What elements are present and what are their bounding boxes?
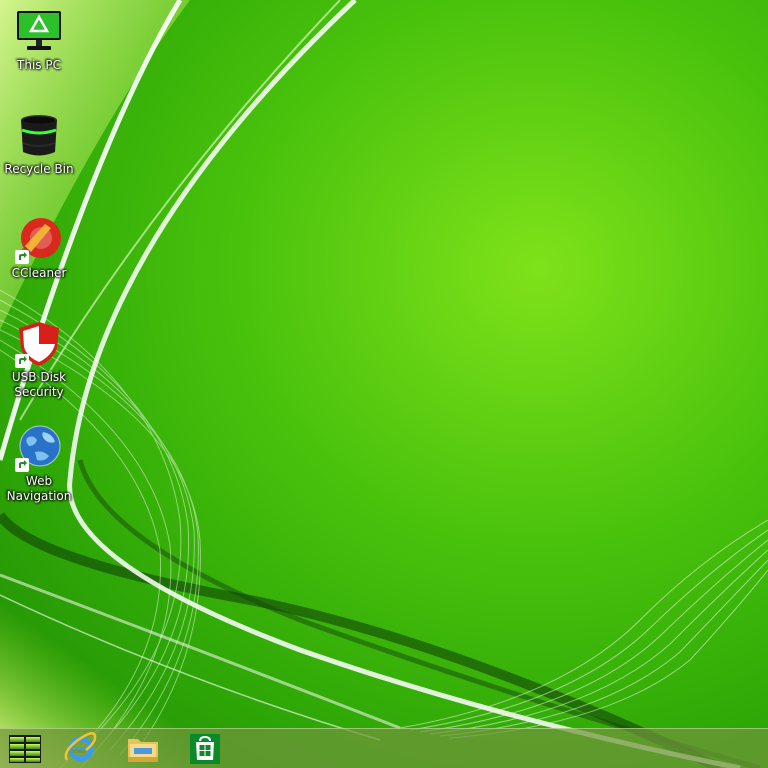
desktop-icon-label: Web Navigation xyxy=(6,474,72,503)
wallpaper xyxy=(0,0,768,768)
desktop-icon-recycle-bin[interactable]: Recycle Bin xyxy=(1,112,77,177)
taskbar-internet-explorer[interactable] xyxy=(56,729,106,768)
desktop: This PC Recycle Bin CCleaner USB Disk Se… xyxy=(0,0,768,768)
taskbar xyxy=(0,728,768,768)
recycle-bin-icon xyxy=(15,112,63,160)
desktop-icon-this-pc[interactable]: This PC xyxy=(1,8,77,73)
shortcut-arrow-icon xyxy=(15,354,29,368)
desktop-icon-label: USB Disk Security xyxy=(11,370,67,399)
shortcut-arrow-icon xyxy=(15,458,29,472)
taskbar-store[interactable] xyxy=(180,729,230,768)
globe-icon xyxy=(15,424,63,472)
desktop-icon-web-navigation[interactable]: Web Navigation xyxy=(1,424,77,504)
desktop-icon-usb-disk-security[interactable]: USB Disk Security xyxy=(1,320,77,400)
desktop-icon-label: CCleaner xyxy=(11,266,67,280)
shortcut-arrow-icon xyxy=(15,250,29,264)
internet-explorer-icon xyxy=(64,732,97,762)
desktop-icon-label: Recycle Bin xyxy=(4,162,74,176)
shield-icon xyxy=(15,320,63,368)
desktop-icon-ccleaner[interactable]: CCleaner xyxy=(1,216,77,281)
store-icon xyxy=(190,734,220,764)
ccleaner-icon xyxy=(15,216,63,264)
monitor-icon xyxy=(15,8,63,56)
desktop-icon-label: This PC xyxy=(17,58,61,72)
windows-start-icon xyxy=(9,735,41,763)
taskbar-file-explorer[interactable] xyxy=(118,729,168,768)
start-button[interactable] xyxy=(0,729,50,768)
file-explorer-icon xyxy=(128,739,158,762)
